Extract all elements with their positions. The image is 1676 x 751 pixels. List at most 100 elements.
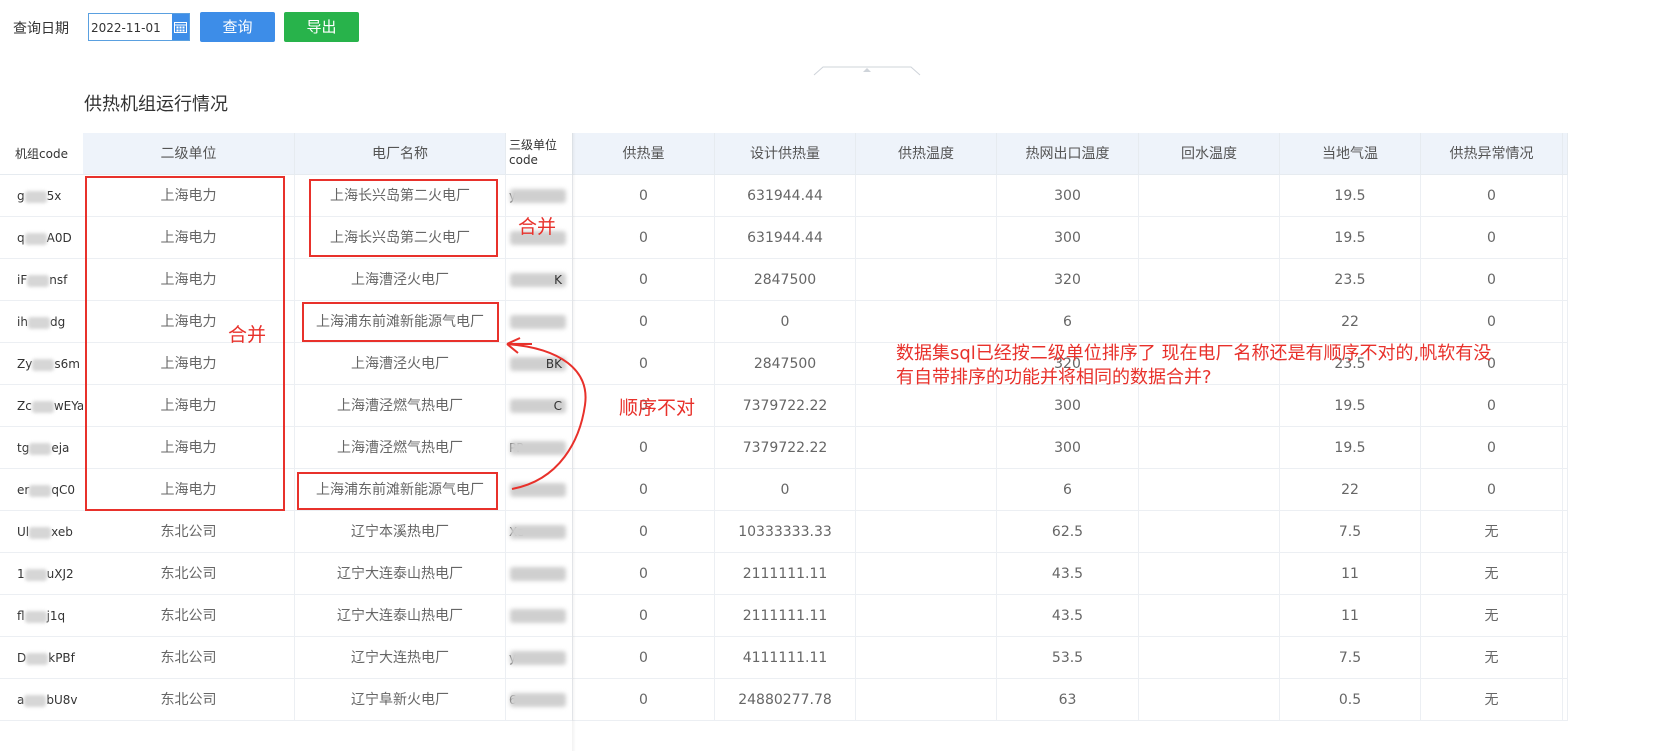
cell-plant-name: 辽宁阜新火电厂 [295, 679, 506, 721]
cell-heat-supply: 0 [573, 175, 715, 217]
cell-design-heat-supply: 2847500 [715, 343, 856, 385]
redacted-mask [510, 651, 566, 665]
redacted-mask [24, 232, 47, 245]
unit-code-end: qC0 [51, 483, 75, 497]
table-row[interactable]: Ul xeb 东北公司辽宁本溪热电厂Xe010333333.33 62.5 7.5无 [0, 511, 1568, 553]
cell-outlet-temp: 300 [997, 175, 1139, 217]
merge-note-plant: 合并 [518, 216, 557, 238]
header-outlet-temp[interactable]: 热网出口温度 [997, 133, 1139, 175]
header-tertiary-unit-code[interactable]: 三级单位 code [506, 133, 573, 175]
cell-tertiary-unit-code: C [506, 385, 573, 427]
collapse-toggle-icon[interactable] [813, 61, 921, 80]
cell-design-heat-supply: 4111111.11 [715, 637, 856, 679]
header-anomaly[interactable]: 供热异常情况 [1421, 133, 1563, 175]
cell-return-temp [1139, 259, 1280, 301]
unit-code-end: A0D [46, 231, 72, 245]
cell-return-temp [1139, 595, 1280, 637]
header-supply-temp[interactable]: 供热温度 [856, 133, 997, 175]
unit-code-start: a [17, 693, 25, 707]
table-row[interactable]: g5x上海电力上海长兴岛第二火电厂y0631944.4430019.50 [0, 175, 1568, 217]
table-row[interactable]: er qC0 上海电力 上海浦东前滩新能源气电厂 0 0 6 22 0 [0, 469, 1568, 511]
table-row[interactable]: q A0D 上海电力 上海长兴岛第二火电厂 0 631944.44 300 19.5 0 [0, 217, 1568, 259]
cell-plant-name: 辽宁大连泰山热电厂 [295, 595, 506, 637]
unit-code-end: bU8v [46, 693, 78, 707]
cell-overflow [1563, 679, 1568, 721]
cell-unit-code: DkPBf [0, 637, 83, 679]
cell-supply-temp [856, 511, 997, 553]
header-design-heat-supply[interactable]: 设计供热量 [715, 133, 856, 175]
order-wrong-note: 顺序不对 [619, 397, 696, 419]
redacted-mask [510, 525, 566, 539]
unit-code-start: q [17, 231, 25, 245]
cell-heat-supply: 0 [573, 469, 715, 511]
cell-return-temp [1139, 217, 1280, 259]
cell-secondary-unit: 东北公司 [83, 679, 295, 721]
redacted-mask [510, 609, 566, 623]
cell-supply-temp [856, 595, 997, 637]
table-row[interactable]: iF nsf 上海电力 上海漕泾火电厂 K 0 2847500 320 23.5 0 [0, 259, 1568, 301]
cell-plant-name: 辽宁大连热电厂 [295, 637, 506, 679]
redacted-mask [29, 442, 52, 455]
query-date-label: 查询日期 [13, 21, 69, 37]
table-row[interactable]: 1 uXJ2 东北公司 辽宁大连泰山热电厂 0 2111111.11 43.5 11 无 [0, 553, 1568, 595]
cell-anomaly: 无 [1421, 511, 1563, 553]
cell-outlet-temp: 43.5 [997, 553, 1139, 595]
date-input[interactable]: 2022-11-01 [88, 13, 190, 41]
cell-return-temp [1139, 175, 1280, 217]
cell-tertiary-unit-code [506, 595, 573, 637]
header-plant-name[interactable]: 电厂名称 [295, 133, 506, 175]
cell-heat-supply: 0 [573, 217, 715, 259]
cell-anomaly: 0 [1421, 259, 1563, 301]
unit-code-start: fl [17, 609, 25, 623]
header-unit-code[interactable]: 机组code [0, 133, 83, 175]
header-heat-supply[interactable]: 供热量 [573, 133, 715, 175]
question-comment: 数据集sql已经按二级单位排序了 现在电厂名称还是有顺序不对的,帆软有没 有自带… [896, 342, 1491, 390]
header-air-temp[interactable]: 当地气温 [1280, 133, 1421, 175]
cell-return-temp [1139, 511, 1280, 553]
table-row[interactable]: tgeja上海电力上海漕泾燃气热电厂PP07379722.2230019.50 [0, 427, 1568, 469]
cell-heat-supply: 0 [573, 553, 715, 595]
export-button[interactable]: 导出 [284, 12, 359, 42]
query-button[interactable]: 查询 [200, 12, 275, 42]
cell-tertiary-unit-code: K [506, 259, 573, 301]
cell-overflow [1563, 301, 1568, 343]
table-row[interactable]: fl j1q 东北公司 辽宁大连泰山热电厂 0 2111111.11 43.5 11 无 [0, 595, 1568, 637]
cell-unit-code: g 5x [0, 175, 83, 217]
cell-plant-name: 上海漕泾火电厂 [295, 343, 506, 385]
redacted-mask [29, 526, 52, 539]
header-secondary-unit[interactable]: 二级单位 [83, 133, 295, 175]
cell-unit-code: iF nsf [0, 259, 83, 301]
cell-return-temp [1139, 553, 1280, 595]
tertiary-code-end: C [553, 399, 562, 413]
table-row[interactable]: Zc wEYa 上海电力 上海漕泾燃气热电厂 C 0 7379722.22 300 19.5 0 [0, 385, 1568, 427]
cell-anomaly: 无 [1421, 679, 1563, 721]
redacted-mask [510, 189, 566, 203]
page-title: 供热机组运行情况 [84, 94, 228, 115]
unit-code-start: Zc [17, 399, 32, 413]
redacted-mask [510, 567, 566, 581]
question-comment-line-1: 数据集sql已经按二级单位排序了 现在电厂名称还是有顺序不对的,帆软有没 [896, 343, 1492, 364]
cell-design-heat-supply: 7379722.22 [715, 385, 856, 427]
cell-supply-temp [856, 385, 997, 427]
cell-anomaly: 无 [1421, 595, 1563, 637]
redacted-mask [24, 694, 47, 707]
cell-overflow [1563, 511, 1568, 553]
table-row[interactable]: DkPBf东北公司辽宁大连热电厂y04111111.1153.57.5无 [0, 637, 1568, 679]
cell-supply-temp [856, 469, 997, 511]
cell-unit-code: tg eja [0, 427, 83, 469]
cell-heat-supply: 0 [573, 427, 715, 469]
calendar-icon[interactable] [172, 14, 189, 40]
cell-air-temp: 11 [1280, 553, 1421, 595]
redacted-mask [24, 568, 47, 581]
date-value: 2022-11-01 [91, 21, 161, 35]
unit-code-end: eja [51, 441, 70, 455]
cell-secondary-unit: 上海电力 [83, 469, 295, 511]
table-row[interactable]: a bU8v 东北公司辽宁阜新火电厂6024880277.78 63 0.5无 [0, 679, 1568, 721]
cell-outlet-temp: 320 [997, 259, 1139, 301]
cell-heat-supply: 0 [573, 301, 715, 343]
header-return-temp[interactable]: 回水温度 [1139, 133, 1280, 175]
cell-design-heat-supply: 7379722.22 [715, 427, 856, 469]
unit-code-start: ih [17, 315, 28, 329]
cell-anomaly: 0 [1421, 301, 1563, 343]
cell-unit-code: q A0D [0, 217, 83, 259]
